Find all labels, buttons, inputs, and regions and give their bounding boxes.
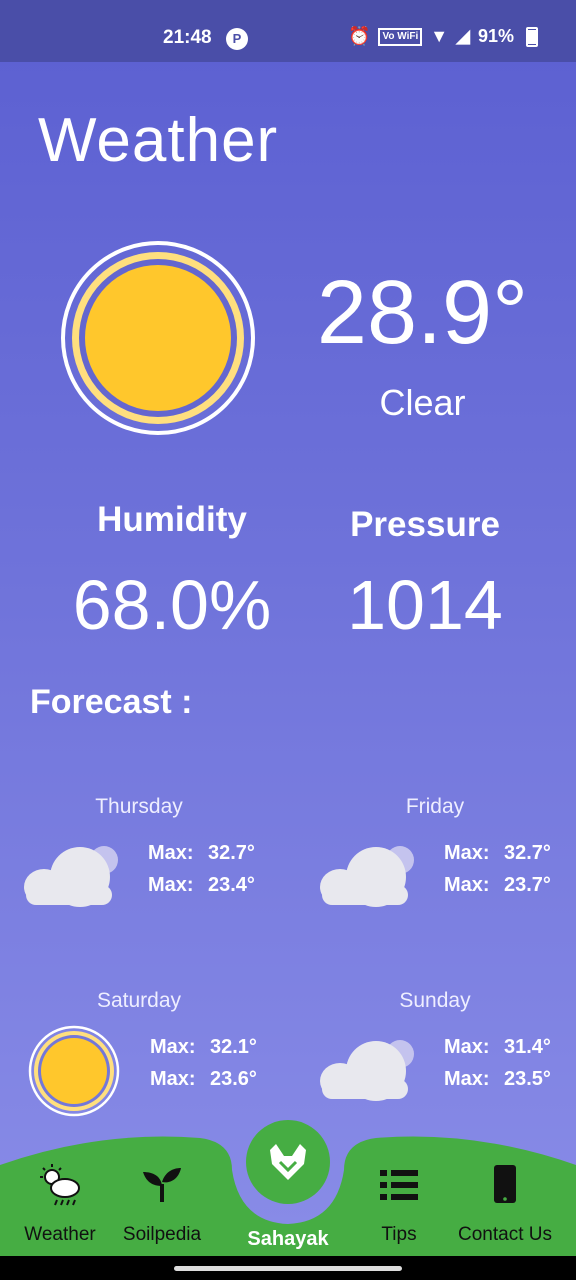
max-label: Max: <box>148 842 194 864</box>
min-label: Max: <box>148 874 194 896</box>
sahayak-button[interactable] <box>246 1120 330 1204</box>
min-label: Max: <box>444 1068 490 1090</box>
forecast-day: Sunday <box>399 989 471 1012</box>
min-temp: 23.5° <box>504 1068 551 1090</box>
min-label: Max: <box>444 874 490 896</box>
min-temp: 23.6° <box>210 1068 257 1090</box>
vowifi-icon: Vo WiFi <box>378 27 423 46</box>
humidity-label: Humidity <box>97 500 247 539</box>
max-temp: 32.1° <box>210 1036 257 1058</box>
nav-contact-label: Contact Us <box>458 1224 552 1245</box>
wifi-icon: ▼ <box>430 26 449 46</box>
page-title: Weather <box>38 106 279 175</box>
sun-icon <box>28 1025 120 1117</box>
cloud-icon <box>320 1040 414 1101</box>
nav-weather-label: Weather <box>24 1224 96 1245</box>
max-temp: 31.4° <box>504 1036 551 1058</box>
max-temp: 32.7° <box>208 842 255 864</box>
current-temperature: 28.9° <box>316 263 529 363</box>
nav-sahayak-label[interactable]: Sahayak <box>228 1228 348 1251</box>
forecast-day: Saturday <box>96 989 182 1012</box>
pressure-value: 1014 <box>347 566 503 644</box>
min-label: Max: <box>150 1068 196 1090</box>
status-icons: ⏰ Vo WiFi ▼ ◢ 91% <box>348 26 538 47</box>
list-icon <box>380 1170 418 1200</box>
forecast-values: Max: 31.4° Max: 23.5° <box>444 1031 551 1095</box>
nav-tips[interactable]: Tips <box>354 1160 444 1246</box>
min-temp: 23.4° <box>208 874 255 896</box>
weather-icon <box>40 1164 80 1206</box>
max-temp: 32.7° <box>504 842 551 864</box>
alarm-icon: ⏰ <box>348 26 371 46</box>
nav-contact[interactable]: Contact Us <box>450 1160 560 1246</box>
forecast-day: Friday <box>405 795 465 818</box>
max-label: Max: <box>150 1036 196 1058</box>
home-gesture-pill[interactable] <box>174 1266 402 1271</box>
status-time: 21:48 <box>163 27 212 48</box>
forecast-card-saturday: Saturday Max: 32.1° Max: 23.6° <box>24 989 294 1129</box>
status-bar: 21:48 P ⏰ Vo WiFi ▼ ◢ 91% <box>0 0 576 62</box>
forecast-card-thursday: Thursday Max: 32.7° Max: 23.4° <box>24 795 294 935</box>
nav-weather[interactable]: Weather <box>12 1160 108 1246</box>
battery-percentage: 91% <box>477 26 514 46</box>
forecast-values: Max: 32.7° Max: 23.4° <box>148 837 255 901</box>
phone-icon <box>494 1165 516 1203</box>
humidity-value: 68.0% <box>72 566 272 644</box>
current-condition: Clear <box>379 382 466 423</box>
forecast-heading: Forecast : <box>30 683 193 721</box>
cloud-icon <box>320 846 414 907</box>
max-label: Max: <box>444 842 490 864</box>
forecast-values: Max: 32.1° Max: 23.6° <box>150 1031 257 1095</box>
max-label: Max: <box>444 1036 490 1058</box>
battery-icon <box>526 26 538 47</box>
forecast-day: Thursday <box>95 795 183 818</box>
notification-icon: P <box>226 28 248 50</box>
forecast-card-friday: Friday Max: 32.7° Max: 23.7° <box>320 795 576 935</box>
forecast-card-sunday: Sunday Max: 31.4° Max: 23.5° <box>320 989 576 1129</box>
min-temp: 23.7° <box>504 874 551 896</box>
fox-logo-icon <box>270 1144 306 1180</box>
nav-soilpedia-label: Soilpedia <box>122 1224 202 1245</box>
signal-icon: ◢ <box>456 26 470 46</box>
sprout-icon <box>143 1168 181 1202</box>
pressure-label: Pressure <box>350 505 500 544</box>
nav-soilpedia[interactable]: Soilpedia <box>112 1160 212 1246</box>
forecast-values: Max: 32.7° Max: 23.7° <box>444 837 551 901</box>
nav-tips-label: Tips <box>381 1224 417 1245</box>
sun-icon <box>61 241 255 435</box>
cloud-icon <box>24 846 118 907</box>
